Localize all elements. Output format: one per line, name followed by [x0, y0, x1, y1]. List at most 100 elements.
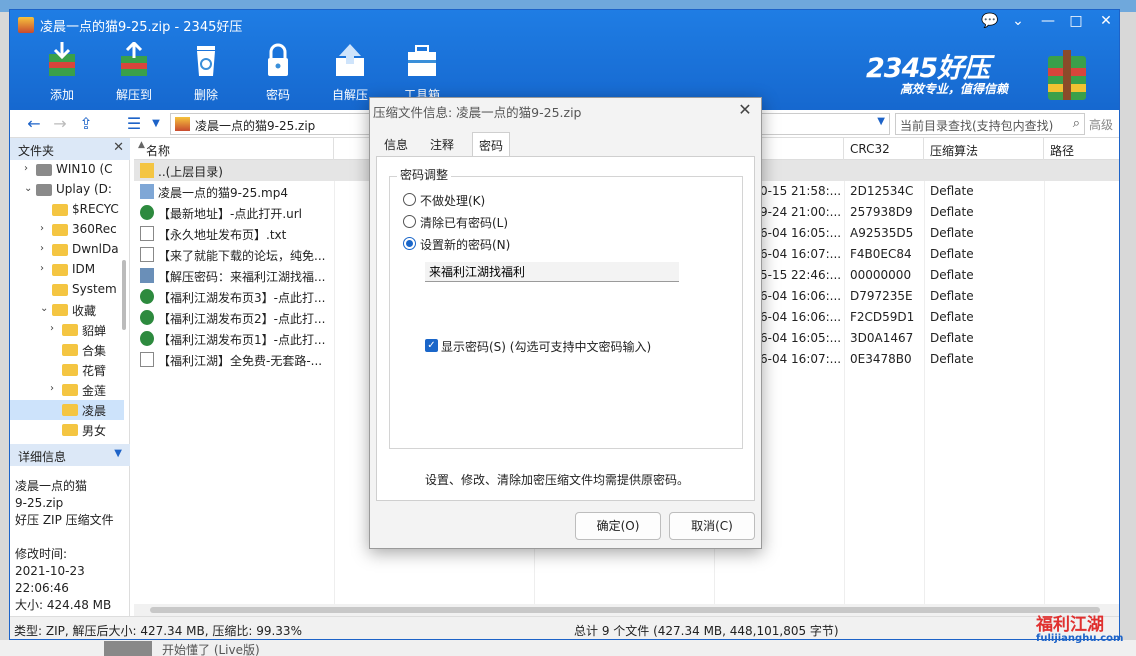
feedback-icon[interactable]: 💬 [976, 10, 1004, 34]
folder-icon [62, 404, 78, 416]
tree-scrollbar[interactable] [122, 160, 128, 430]
password-button[interactable]: 密码 [250, 40, 306, 106]
folder-icon [52, 224, 68, 236]
close-button[interactable]: ✕ [1092, 10, 1119, 34]
horizontal-scrollbar-thumb[interactable] [150, 607, 1100, 613]
horizontal-scrollbar[interactable] [134, 604, 1119, 616]
delete-button[interactable]: 删除 [178, 40, 234, 106]
chevron-down-icon[interactable]: ▼ [114, 448, 122, 459]
chevron-right-icon[interactable]: › [40, 263, 44, 274]
cell-name: 凌晨一点的猫9-25.mp4 [158, 186, 288, 200]
maximize-button[interactable]: □ [1062, 10, 1090, 34]
toolbox-icon [408, 45, 436, 76]
delete-label: 删除 [193, 88, 218, 102]
watermark-logo: 福利江湖 fulijianghu.com [1036, 610, 1126, 650]
status-right: 总计 9 个文件 (427.34 MB, 448,101,805 字节) [574, 624, 839, 638]
tree-item[interactable]: $RECYC [10, 200, 124, 220]
chevron-down-icon[interactable]: ⌄ [24, 183, 32, 194]
column-algorithm[interactable]: 压缩算法 [924, 138, 1044, 160]
folder-icon [62, 324, 78, 336]
view-list-icon[interactable]: ☰ [124, 114, 144, 134]
new-password-input[interactable] [425, 262, 679, 282]
cell-time: 6-04 16:06:... [760, 289, 842, 303]
search-input[interactable]: 当前目录查找(支持包内查找) ⌕ [895, 113, 1085, 135]
tree-item[interactable]: System [10, 280, 124, 300]
close-panel-icon[interactable]: ✕ [113, 140, 124, 155]
tree-item[interactable]: 花臂 [10, 360, 124, 380]
lock-icon [268, 43, 288, 76]
tree-item-label: 收藏 [72, 304, 97, 318]
minimize-button[interactable]: — [1034, 10, 1062, 34]
tree-item-label: 凌晨 [82, 404, 107, 418]
dialog-close-icon[interactable]: ✕ [735, 100, 755, 119]
cancel-button[interactable]: 取消(C) [669, 512, 755, 540]
tree-item[interactable]: › 貂蝉 [10, 320, 124, 340]
cell-crc: F4B0EC84 [850, 247, 912, 261]
password-label: 密码 [265, 88, 290, 102]
cell-name: 【福利江湖】全免费-无套路-... [158, 354, 323, 368]
tree-item-label: 花臂 [82, 364, 107, 378]
detail-modified-time: 22:06:46 [15, 581, 69, 595]
tree-item[interactable]: › IDM [10, 260, 124, 280]
chevron-right-icon[interactable]: › [40, 223, 44, 234]
tab-info[interactable]: 信息 [378, 132, 414, 156]
tree-item-label: IDM [72, 262, 96, 276]
path-dropdown-icon[interactable]: ▼ [877, 116, 885, 127]
tree-item[interactable]: 合集 [10, 340, 124, 360]
up-folder-icon[interactable]: ⇪ [76, 114, 96, 134]
chevron-right-icon[interactable]: › [50, 383, 54, 394]
tree-item[interactable]: › WIN10 (C [10, 160, 124, 180]
view-dropdown-icon[interactable]: ▼ [146, 114, 166, 134]
image-file-icon [140, 268, 154, 283]
advanced-search-button[interactable]: 高级 [1089, 116, 1113, 133]
folder-icon [52, 284, 68, 296]
radio-circle [403, 237, 416, 250]
tree-item-label: 金莲 [82, 384, 107, 398]
tree-item-label: 男女 [82, 424, 107, 438]
text-file-icon [140, 226, 154, 241]
cell-time: 9-24 21:00:... [760, 205, 842, 219]
cell-name: 【福利江湖发布页2】-点此打... [158, 312, 326, 326]
drive-icon [36, 164, 52, 176]
search-icon[interactable]: ⌕ [1073, 116, 1080, 131]
tab-password[interactable]: 密码 [472, 132, 511, 157]
tree-scrollbar-thumb[interactable] [122, 260, 126, 330]
tab-comment[interactable]: 注释 [424, 132, 460, 156]
cell-name: 【解压密码：来福利江湖找福... [158, 270, 326, 284]
tree-item-label: WIN10 (C [56, 162, 113, 176]
sort-up-icon: ▲ [138, 140, 145, 150]
group-title: 密码调整 [397, 166, 452, 183]
dialog-title: 压缩文件信息: 凌晨一点的猫9-25.zip [373, 105, 582, 120]
tree-item[interactable]: › 金莲 [10, 380, 124, 400]
add-button[interactable]: 添加 [34, 40, 90, 106]
tree-item[interactable]: › 360Rec [10, 220, 124, 240]
folder-icon [52, 304, 68, 316]
ok-button[interactable]: 确定(O) [575, 512, 661, 540]
detail-size: 大小: 424.48 MB [15, 598, 112, 612]
chevron-right-icon[interactable]: › [40, 243, 44, 254]
chevron-right-icon[interactable]: › [50, 323, 54, 334]
detail-filetype: 好压 ZIP 压缩文件 [15, 513, 114, 527]
tree-item[interactable]: 男女 [10, 420, 124, 440]
taskbar-strip: 开始懂了 (Live版) [0, 640, 1136, 656]
folder-panel: 文件夹 ✕ › WIN10 (C ⌄ Uplay (D: $RECYC › 360Rec › D… [10, 138, 130, 616]
tree-item[interactable]: ⌄ 收藏 [10, 300, 124, 320]
forward-arrow-icon[interactable]: → [50, 114, 70, 134]
app-icon [18, 17, 34, 33]
tree-item[interactable]: ⌄ Uplay (D: [10, 180, 124, 200]
chevron-down-icon[interactable]: ⌄ [40, 303, 48, 314]
column-name[interactable]: 名称 ▲ [134, 138, 334, 160]
extract-to-button[interactable]: 解压到 [106, 40, 162, 106]
tree-item[interactable]: › DwnlDa [10, 240, 124, 260]
cell-crc: A92535D5 [850, 226, 914, 240]
chevron-right-icon[interactable]: › [24, 163, 28, 174]
column-path[interactable]: 路径 [1044, 138, 1119, 160]
desktop-background-right [1120, 12, 1136, 640]
folder-icon [62, 424, 78, 436]
column-crc32[interactable]: CRC32 [844, 138, 924, 160]
menu-dropdown-icon[interactable]: ⌄ [1004, 10, 1032, 34]
tree-item[interactable]: 凌晨 [10, 400, 124, 420]
back-arrow-icon[interactable]: ← [24, 114, 44, 134]
folder-panel-title: 文件夹 [18, 144, 55, 158]
detail-panel-header[interactable]: 详细信息 ▼ [10, 444, 130, 466]
